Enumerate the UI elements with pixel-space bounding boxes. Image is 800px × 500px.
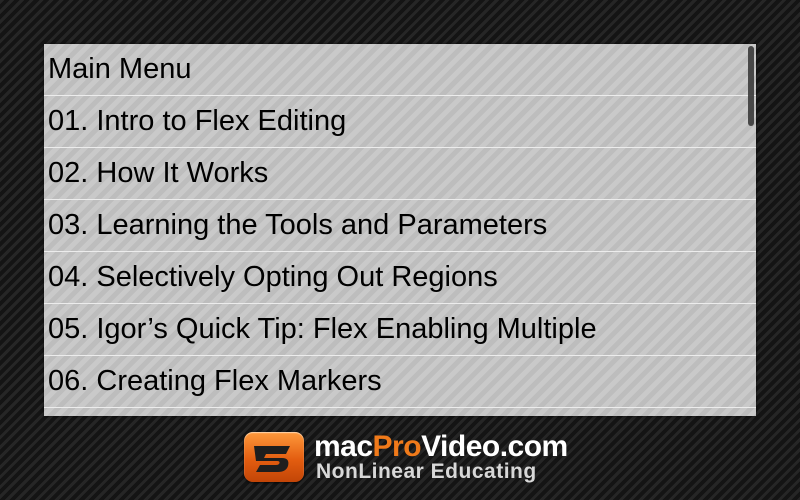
scrollbar[interactable]	[748, 46, 754, 126]
menu-panel: Main Menu 01. Intro to Flex Editing 02. …	[44, 44, 756, 416]
menu-item-03[interactable]: 03. Learning the Tools and Parameters	[44, 200, 756, 252]
logo-badge-icon	[244, 432, 304, 482]
menu-item-05[interactable]: 05. Igor’s Quick Tip: Flex Enabling Mult…	[44, 304, 756, 356]
logo-tagline: NonLinear Educating	[316, 460, 537, 483]
menu-header: Main Menu	[44, 44, 756, 96]
logo-brand: macProVideo.com	[314, 430, 568, 463]
menu-item-04[interactable]: 04. Selectively Opting Out Regions	[44, 252, 756, 304]
menu-item-01[interactable]: 01. Intro to Flex Editing	[44, 96, 756, 148]
macprovideo-logo: macProVideo.com NonLinear Educating	[244, 430, 568, 486]
menu-item-06[interactable]: 06. Creating Flex Markers	[44, 356, 756, 408]
menu-item-02[interactable]: 02. How It Works	[44, 148, 756, 200]
